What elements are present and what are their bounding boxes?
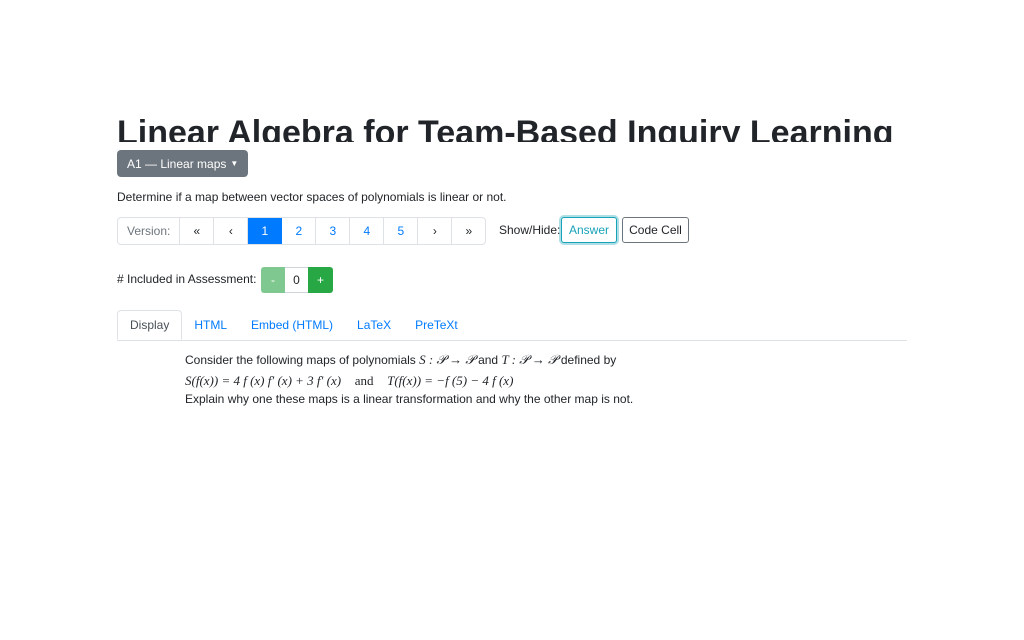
map-s-signature: S : 𝒫 → 𝒫 [419, 352, 475, 367]
tab-html[interactable]: HTML [182, 310, 239, 340]
tab-pretext[interactable]: PreTeXt [403, 310, 470, 340]
version-3-button[interactable]: 3 [316, 218, 351, 244]
t-definition: T(f(x)) = −f (5) − 4 f (x) [387, 373, 514, 388]
s-definition: S(f(x)) = 4 f (x) f′ (x) + 3 f′ (x) [185, 373, 342, 388]
display-and: and [354, 373, 374, 388]
tab-embed-html[interactable]: Embed (HTML) [239, 310, 345, 340]
code-cell-toggle-button[interactable]: Code Cell [622, 217, 689, 243]
page-title: Linear Algebra for Team-Based Inquiry Le… [117, 114, 894, 142]
assessment-stepper: - 0 + [261, 267, 333, 293]
activity-dropdown-button[interactable]: A1 — Linear maps ▼ [117, 150, 249, 177]
version-1-button[interactable]: 1 [248, 218, 283, 244]
display-equation: S(f(x)) = 4 f (x) f′ (x) + 3 f′ (x) and … [185, 370, 905, 392]
increment-button[interactable]: + [308, 267, 333, 293]
exercise-prompt: Explain why one these maps is a linear t… [185, 392, 634, 406]
caret-down-icon: ▼ [230, 159, 239, 168]
exercise-content: Consider the following maps of polynomia… [185, 350, 905, 406]
exercise-intro: Consider the following maps of polynomia… [185, 350, 905, 370]
defined-by-text: defined by [560, 353, 617, 367]
tab-latex[interactable]: LaTeX [345, 310, 403, 340]
first-page-button[interactable]: « [180, 218, 215, 244]
prev-page-button[interactable]: ‹ [214, 218, 249, 244]
assessment-count: 0 [285, 267, 308, 293]
version-label: Version: [118, 218, 181, 244]
activity-description: Determine if a map between vector spaces… [117, 190, 507, 204]
tab-display[interactable]: Display [117, 310, 183, 340]
next-page-button[interactable]: › [418, 218, 453, 244]
intro-text: Consider the following maps of polynomia… [185, 353, 416, 367]
decrement-button[interactable]: - [261, 267, 285, 293]
version-5-button[interactable]: 5 [384, 218, 419, 244]
answer-toggle-button[interactable]: Answer [561, 217, 617, 243]
included-in-assessment-label: # Included in Assessment: [117, 272, 257, 286]
version-pagination: Version: « ‹ 1 2 3 4 5 › » [117, 217, 487, 245]
version-2-button[interactable]: 2 [282, 218, 317, 244]
and-word: and [478, 353, 499, 367]
map-t-signature: T : 𝒫 → 𝒫 [501, 352, 558, 367]
last-page-button[interactable]: » [452, 218, 485, 244]
showhide-label: Show/Hide: [499, 223, 561, 237]
version-4-button[interactable]: 4 [350, 218, 385, 244]
dropdown-label: A1 — Linear maps [127, 157, 227, 171]
format-tabs: Display HTML Embed (HTML) LaTeX PreTeXt [117, 310, 907, 341]
